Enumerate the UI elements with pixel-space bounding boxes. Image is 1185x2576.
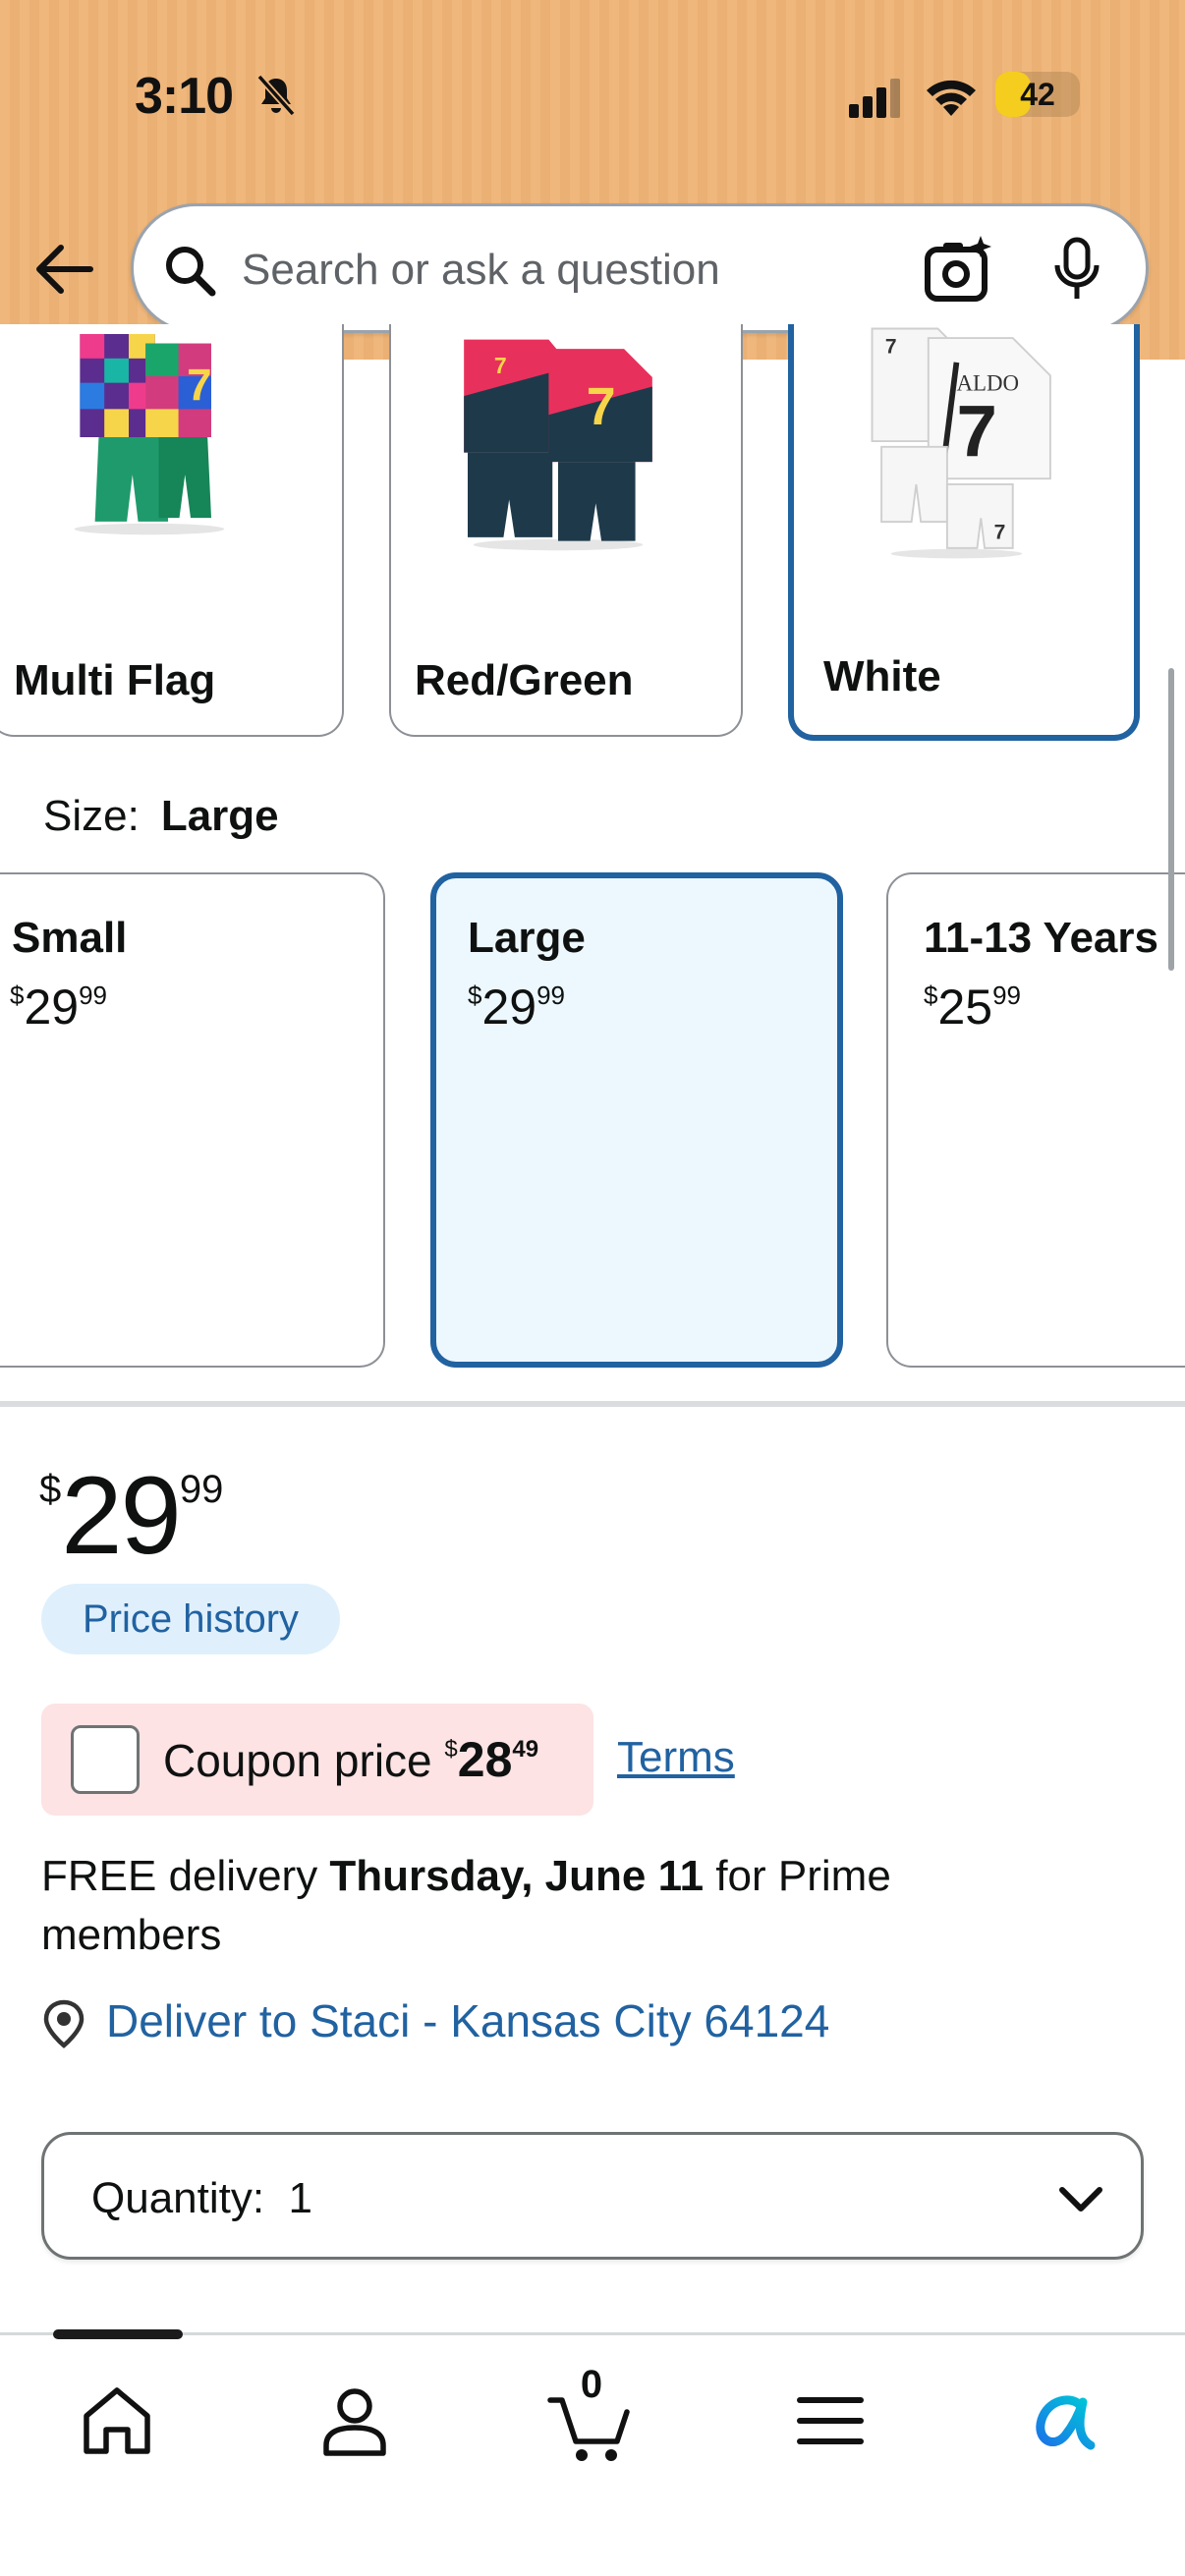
svg-text:7: 7 (885, 335, 897, 358)
battery-percent: 42 (1020, 77, 1055, 112)
search-bar[interactable] (131, 203, 1149, 333)
location-pin-icon (43, 1999, 85, 2048)
delivery-info: FREE delivery Thursday, June 11 for Prim… (41, 1852, 891, 1959)
size-option-price: $2999 (10, 980, 108, 1035)
size-option-name: Small (12, 914, 128, 962)
battery-indicator: 42 (995, 72, 1080, 117)
svg-text:7: 7 (956, 390, 996, 472)
size-option-name: 11-13 Years (924, 914, 1158, 962)
multi-flag-kit-image: 7 (74, 334, 225, 535)
status-time: 3:10 (135, 68, 234, 125)
white-kit-image: 7 ALDO 7 7 (871, 327, 1051, 559)
cellular-signal-icon (849, 79, 900, 118)
camera-search-icon[interactable] (924, 234, 994, 305)
size-selected-value: Large (160, 792, 279, 840)
account-icon[interactable] (310, 2377, 399, 2465)
svg-text:7: 7 (994, 521, 1006, 543)
home-icon[interactable] (73, 2377, 161, 2465)
menu-icon[interactable] (786, 2377, 875, 2465)
red-green-kit-image: 7 7 (464, 339, 652, 551)
style-option-multi-flag[interactable]: 7 Multi Flag (0, 324, 344, 737)
svg-text:7: 7 (187, 360, 211, 410)
location-text: Deliver to Staci - Kansas City 64124 (106, 1995, 830, 2046)
app-header: 3:10 42 (0, 0, 1185, 360)
size-option-name: Large (468, 914, 586, 962)
style-label: Red/Green (415, 656, 634, 704)
bottom-navigation: 0 (0, 2329, 1185, 2576)
search-icon (166, 247, 216, 297)
quantity-label: Quantity: 1 (91, 2174, 313, 2222)
product-price: $2999 (39, 1454, 224, 1577)
svg-text:7: 7 (587, 377, 616, 436)
coupon-box: Coupon price $2849 (41, 1704, 593, 1816)
cart-button[interactable]: 0 (546, 2363, 635, 2465)
price-history-button[interactable]: Price history (41, 1584, 340, 1654)
style-option-red-green[interactable]: 7 7 Red/Green (389, 324, 743, 737)
quantity-dropdown[interactable]: Quantity: 1 (41, 2132, 1144, 2260)
size-label: Size: (43, 792, 140, 840)
svg-text:7: 7 (494, 353, 507, 378)
cart-count: 0 (580, 2363, 603, 2406)
coupon-text: Coupon price $2849 (163, 1732, 539, 1787)
style-option-white[interactable]: 7 ALDO 7 7 White (788, 324, 1140, 741)
back-arrow-icon[interactable] (31, 236, 98, 303)
size-option-large[interactable]: Large $2999 (430, 872, 843, 1368)
coupon-checkbox[interactable] (71, 1725, 140, 1794)
size-option-price: $2999 (468, 980, 566, 1035)
size-option-price: $2599 (924, 980, 1022, 1035)
style-label: Multi Flag (14, 656, 216, 704)
size-option-small[interactable]: Small $2999 (0, 872, 385, 1368)
rufus-ai-icon[interactable] (1020, 2377, 1108, 2465)
size-selector-heading: Size: Large (43, 792, 279, 841)
style-label: White (823, 652, 941, 700)
silent-mode-icon (256, 74, 296, 117)
wifi-icon (927, 80, 976, 116)
coupon-terms-link[interactable]: Terms (617, 1733, 735, 1782)
scrollbar-thumb[interactable] (1168, 668, 1174, 971)
size-option-11-13-years[interactable]: 11-13 Years $2599 (886, 872, 1185, 1368)
chevron-down-icon (1059, 2187, 1102, 2212)
search-input[interactable] (242, 246, 890, 295)
section-divider (0, 1401, 1185, 1407)
microphone-icon[interactable] (1047, 236, 1106, 303)
active-tab-indicator (53, 2329, 183, 2339)
